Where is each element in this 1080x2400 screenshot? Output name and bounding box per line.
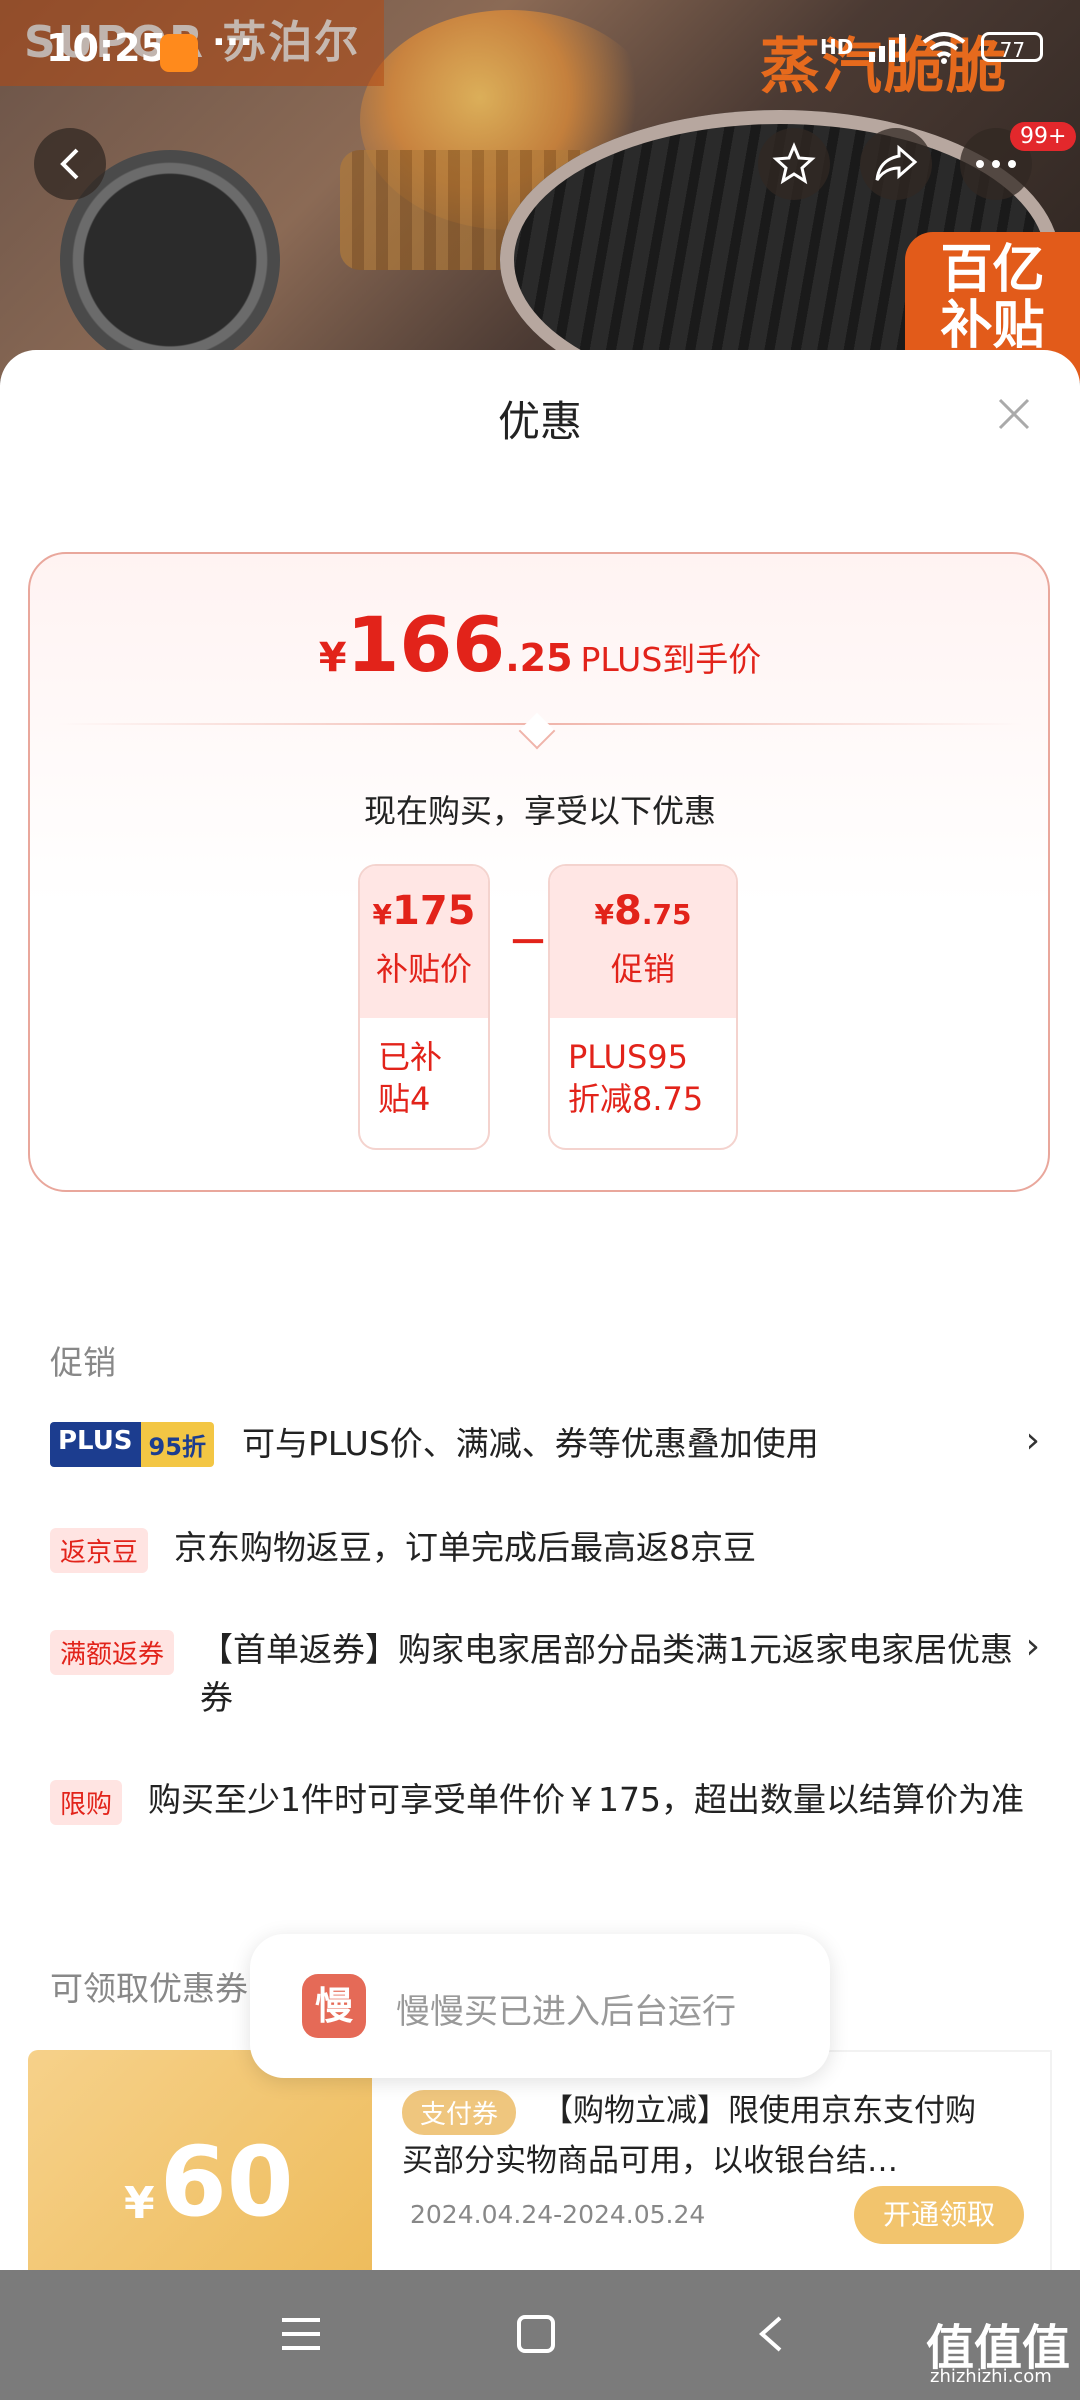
- benefit-currency: ¥: [594, 898, 615, 931]
- back-nav-icon[interactable]: [756, 2314, 786, 2354]
- signal-icon: [869, 34, 906, 62]
- star-icon: [772, 142, 816, 185]
- promo-tag: 限购: [50, 1780, 123, 1825]
- sheet-title: 优惠: [497, 397, 582, 446]
- promo-row-coupon-return[interactable]: 满额返券 【首单返券】购家电家居部分品类满1元返家电家居优惠券 ›: [50, 1626, 1040, 1722]
- benefit-desc: 已补贴4: [378, 1038, 443, 1118]
- plus-final-price: ¥166.25 PLUS到手价: [0, 600, 1080, 689]
- benefit-amount: 175: [391, 888, 476, 934]
- price-currency: ¥: [318, 635, 347, 681]
- share-button[interactable]: [860, 128, 932, 200]
- enjoy-benefits-text: 现在购买，享受以下优惠: [363, 792, 716, 830]
- battery-icon: 77: [981, 32, 1044, 62]
- status-time: 10:25: [46, 26, 167, 70]
- plus-tag-label: PLUS: [50, 1422, 141, 1467]
- favorite-button[interactable]: [758, 128, 830, 200]
- benefit-name: 促销: [610, 950, 675, 988]
- plus-95-tag: PLUS 95折: [50, 1422, 214, 1467]
- benefit-desc: PLUS95折减8.75: [568, 1038, 704, 1118]
- manmanmai-app-icon: 慢: [302, 1974, 366, 2038]
- plus-tag-discount: 95折: [140, 1422, 214, 1467]
- benefit-subsidy-price: ¥175 补贴价 已补贴4: [358, 864, 490, 1150]
- promo-text: 可与PLUS价、满减、券等优惠叠加使用: [241, 1424, 819, 1463]
- promo-text: 【首单返券】购家电家居部分品类满1元返家电家居优惠券: [200, 1630, 1014, 1717]
- wifi-icon: [923, 32, 966, 64]
- close-icon: [998, 398, 1030, 430]
- benefit-amount-decimal: .75: [641, 898, 692, 931]
- chevron-right-icon: ›: [1025, 1420, 1040, 1461]
- coupon-amount: 60: [160, 2126, 294, 2238]
- coupons-heading: 可领取优惠券: [50, 1969, 248, 2008]
- benefit-name: 补贴价: [375, 950, 472, 988]
- menu-icon[interactable]: [280, 2316, 322, 2352]
- minus-sign: －: [508, 920, 548, 966]
- coupon-amount-panel: ¥ 60: [28, 2050, 372, 2280]
- price-decimal: .25: [505, 636, 573, 680]
- home-icon[interactable]: [516, 2314, 556, 2354]
- price-integer: 166: [346, 600, 506, 689]
- benefit-currency: ¥: [372, 898, 392, 931]
- promo-tag: 满额返券: [50, 1630, 175, 1675]
- promo-text: 购买至少1件时可享受单件价￥175，超出数量以结算价为准: [148, 1780, 1024, 1819]
- notification-count-badge: 99+: [1010, 122, 1077, 151]
- share-icon: [875, 144, 918, 181]
- promo-row-purchase-limit: 限购 购买至少1件时可享受单件价￥175，超出数量以结算价为准: [50, 1776, 1040, 1825]
- hd-label: HD: [820, 35, 854, 59]
- benefit-promotion: ¥8.75 促销 PLUS95折减8.75: [548, 864, 738, 1150]
- status-icons: HD 77: [820, 30, 1044, 64]
- promo-row-plus[interactable]: PLUS 95折 可与PLUS价、满减、券等优惠叠加使用 ›: [50, 1420, 1040, 1468]
- close-button[interactable]: [994, 394, 1034, 434]
- app-notification-icon: [160, 34, 198, 72]
- back-button[interactable]: [34, 128, 106, 200]
- watermark-url: zhizhizhi.com: [930, 2366, 1052, 2387]
- promo-row-jingdou: 返京豆 京东购物返豆，订单完成后最高返8京豆: [50, 1524, 1040, 1573]
- coupon-currency: ¥: [124, 2178, 155, 2229]
- benefit-amount: 8: [614, 888, 642, 934]
- promotions-heading: 促销: [50, 1343, 116, 1382]
- promo-tag: 返京豆: [50, 1528, 149, 1573]
- chevron-right-icon: ›: [1025, 1626, 1040, 1667]
- price-label: PLUS到手价: [580, 640, 762, 679]
- toast-message: 慢慢买已进入后台运行: [396, 1992, 736, 2032]
- system-navigation-bar: [0, 2270, 1080, 2400]
- more-dots-icon: [976, 160, 1016, 168]
- promo-text: 京东购物返豆，订单完成后最高返8京豆: [174, 1528, 757, 1567]
- chevron-left-icon: [60, 148, 79, 180]
- coupon-validity-date: 2024.04.24-2024.05.24: [410, 2200, 706, 2229]
- coupon-type-tag: 支付券: [402, 2090, 517, 2135]
- more-notifications-icon: ···: [212, 22, 254, 63]
- claim-coupon-button[interactable]: 开通领取: [854, 2186, 1024, 2244]
